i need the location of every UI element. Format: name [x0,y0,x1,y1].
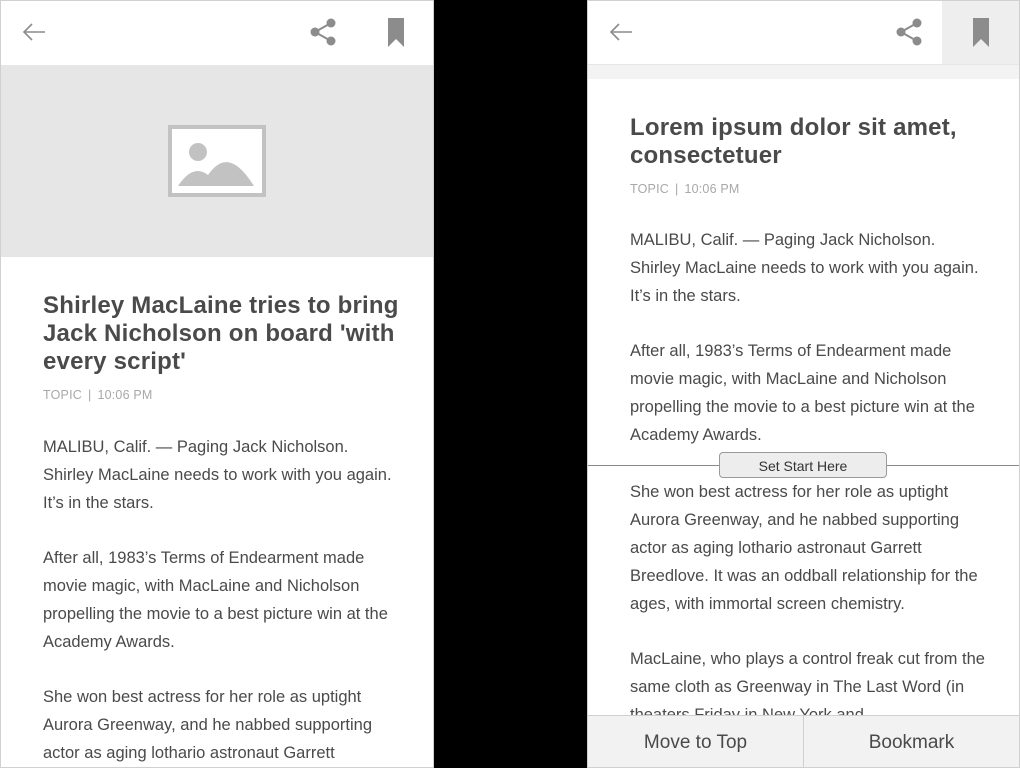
paragraph: MALIBU, Calif. — Paging Jack Nicholson. … [630,231,979,305]
bookmark-active-bg [942,1,1019,64]
article-body: Shirley MacLaine tries to bring Jack Nic… [43,292,399,767]
article-meta: TOPIC | 10:06 PM [43,388,399,402]
article-meta: TOPIC | 10:06 PM [630,182,985,196]
article-title: Shirley MacLaine tries to bring Jack Nic… [43,292,399,375]
article-title: Lorem ipsum dolor sit amet, consectetuer [630,114,957,169]
back-arrow-icon[interactable] [606,19,636,45]
bookmark-icon[interactable] [967,15,997,49]
article-body-continued: She won best actress for her role as upt… [630,478,985,729]
bookmark-button[interactable]: Bookmark [803,716,1019,767]
right-article-screen: Lorem ipsum dolor sit amet, consectetuer… [587,0,1020,768]
bookmark-icon[interactable] [382,15,412,49]
timestamp: 10:06 PM [97,388,153,402]
left-article-screen: Shirley MacLaine tries to bring Jack Nic… [0,0,434,768]
top-toolbar [1,1,433,64]
topic-label[interactable]: TOPIC [43,388,82,402]
scroll-strip [588,65,1019,79]
paragraph: After all, 1983’s Terms of Endearment ma… [630,342,975,444]
topic-label[interactable]: TOPIC [630,182,669,196]
paragraph: After all, 1983’s Terms of Endearment ma… [43,549,388,651]
timestamp: 10:06 PM [684,182,740,196]
share-icon[interactable] [308,16,338,48]
set-start-here-button[interactable]: Set Start Here [719,452,887,478]
meta-separator: | [674,182,679,196]
bottom-action-bar: Move to Top Bookmark [588,715,1019,767]
article-body: Lorem ipsum dolor sit amet, consectetuer… [630,114,985,449]
image-placeholder-icon [168,125,266,197]
share-icon[interactable] [894,16,924,48]
meta-separator: | [87,388,92,402]
move-to-top-button[interactable]: Move to Top [588,716,803,767]
top-toolbar [588,1,1019,65]
back-arrow-icon[interactable] [19,19,49,45]
paragraph: She won best actress for her role as upt… [630,483,978,613]
paragraph: She won best actress for her role as upt… [43,688,373,762]
hero-image-placeholder [1,65,433,257]
paragraph: MALIBU, Calif. — Paging Jack Nicholson. … [43,438,392,512]
